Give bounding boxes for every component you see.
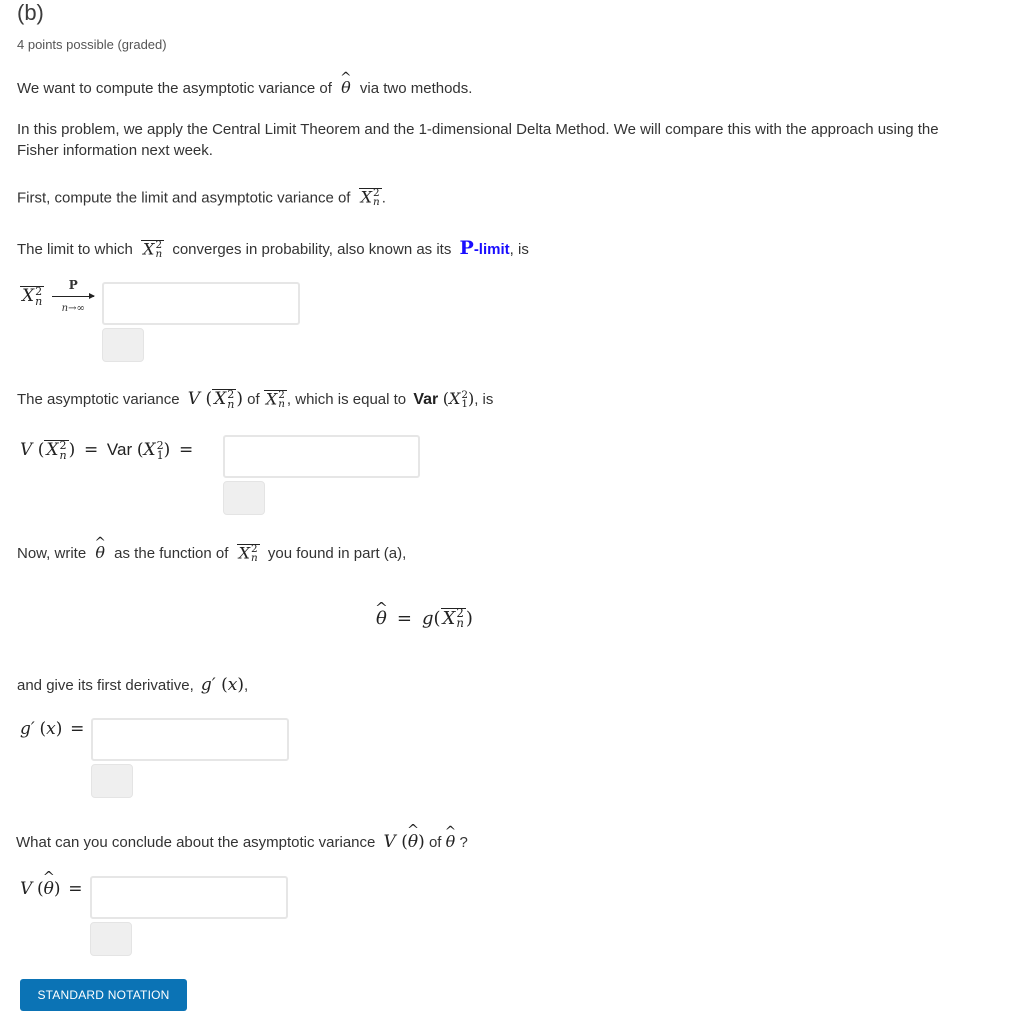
first-compute-after: . (381, 189, 386, 207)
variance-sentence: The asymptotic variance V (X 2 n) of X2n, … (17, 388, 494, 411)
xbar-n-squared: X2n (20, 285, 45, 308)
limit-equation: X2n P n→∞ (20, 278, 96, 314)
intro-text: We want to compute the asymptotic varian… (17, 78, 472, 97)
points-possible: 4 points possible (graded) (17, 37, 167, 52)
method-text-line1: In this problem, we apply the Central Li… (17, 121, 939, 138)
now-write-before: Now, write (17, 545, 87, 562)
g-prime-preview-box (91, 764, 133, 798)
now-write-after: you found in part (a), (267, 545, 407, 562)
intro-after: via two methods. (359, 80, 473, 97)
limit-before: The limit to which (17, 241, 133, 258)
conclude-of: of (428, 834, 442, 851)
v-theta-preview-box (90, 922, 132, 956)
arrow-icon (52, 293, 96, 299)
first-compute-text: First, compute the limit and asymptotic … (17, 188, 386, 207)
derivative-after: , (243, 677, 249, 694)
limit-sentence: The limit to which X2n converges in prob… (17, 237, 529, 259)
xbar-n-squared: X2n (141, 238, 165, 260)
limit-after: , is (509, 241, 529, 258)
theta-hat: θ (446, 832, 456, 851)
g-prime-equation: g′ (x) = (20, 719, 85, 739)
p-limit-link[interactable]: P-limit (460, 237, 510, 259)
variance-after: , is (474, 391, 494, 408)
derivative-sentence: and give its first derivative, g′ (x), (17, 675, 249, 695)
conclude-before: What can you conclude about the asymptot… (16, 834, 376, 851)
convergence-arrow: P n→∞ (52, 278, 96, 314)
v-theta-answer-input[interactable] (90, 876, 288, 919)
conclude-after: ? (459, 834, 468, 851)
plimit-preview-box (102, 328, 144, 362)
standard-notation-button[interactable]: STANDARD NOTATION (20, 979, 187, 1011)
v-theta-equation: V (θ) = (20, 879, 83, 899)
limit-middle: converges in probability, also known as … (172, 241, 452, 258)
conclude-sentence: What can you conclude about the asymptot… (16, 832, 468, 852)
problem-title: (b) (17, 0, 44, 25)
method-text-line2: Fisher information next week. (17, 142, 213, 159)
variance-of: of (247, 391, 260, 408)
variance-before: The asymptotic variance (17, 391, 180, 408)
plimit-answer-input[interactable] (102, 282, 300, 325)
xbar-n-squared: X2n (358, 187, 382, 208)
intro-before: We want to compute the asymptotic varian… (17, 80, 332, 97)
variance-middle: , which is equal to (286, 391, 407, 408)
variance-xbar-answer-input[interactable] (223, 435, 420, 478)
theta-hat: θ (341, 78, 351, 97)
variance-equation: V (X 2 n) = Var (X 2 1) = (20, 439, 194, 462)
variance-xbar-preview-box (223, 481, 265, 515)
first-compute-before: First, compute the limit and asymptotic … (17, 189, 351, 207)
xbar-n-squared: X2n (236, 542, 260, 564)
now-write-middle: as the function of (114, 545, 229, 562)
g-prime-answer-input[interactable] (91, 718, 289, 761)
derivative-before: and give its first derivative, (17, 677, 194, 694)
now-write-sentence: Now, write θ as the function of X2n you … (17, 542, 407, 564)
theta-g-equation: θ = g(X2n) (376, 607, 473, 629)
theta-hat: θ (95, 543, 105, 562)
